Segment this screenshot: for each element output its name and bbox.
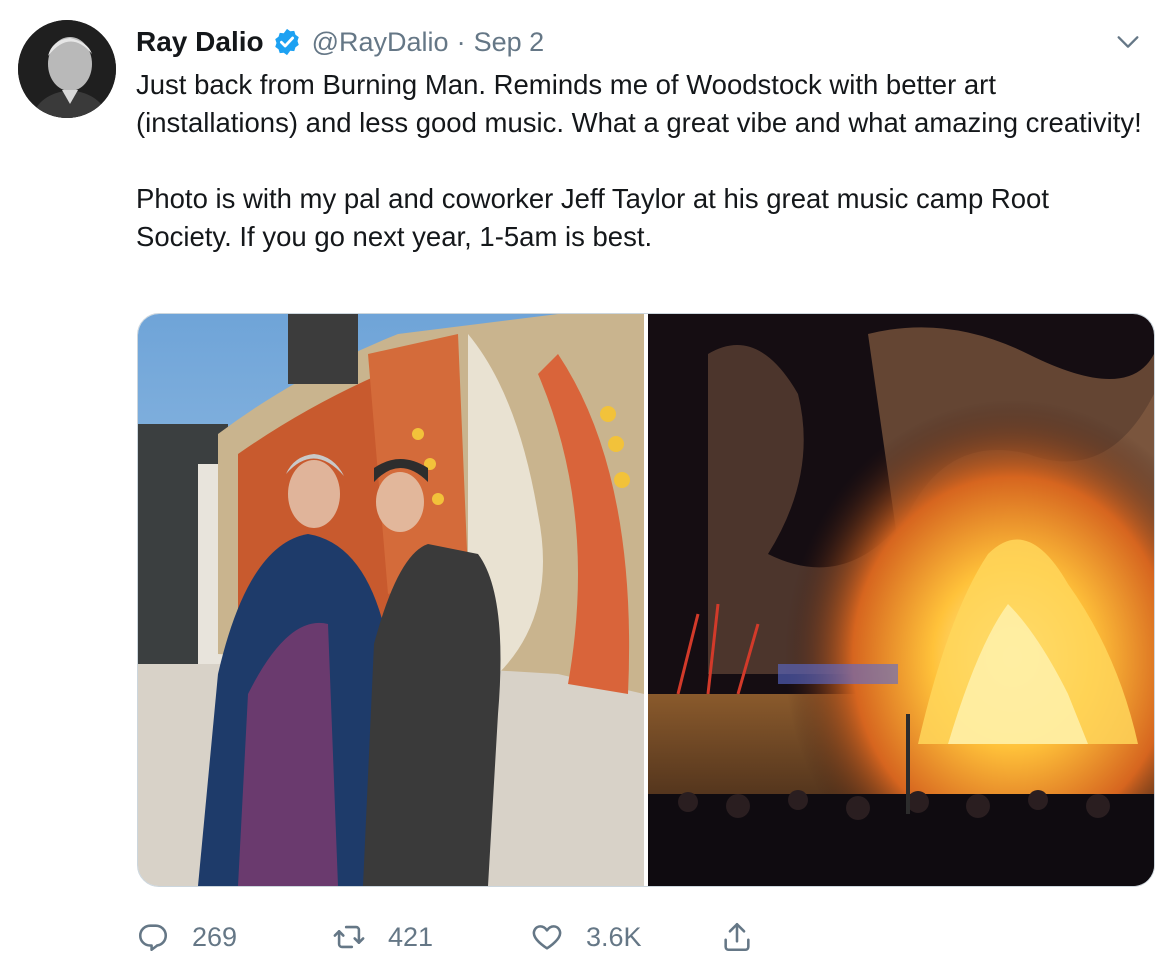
tweet-date[interactable]: Sep 2: [474, 27, 545, 58]
photo-two-men-at-art-installation[interactable]: [138, 314, 644, 886]
heart-icon: [532, 925, 562, 950]
tweet-text: Just back from Burning Man. Reminds me o…: [136, 69, 1142, 252]
avatar[interactable]: [18, 20, 116, 118]
share-button[interactable]: [720, 912, 776, 962]
reply-count: 269: [192, 921, 238, 952]
retweet-button[interactable]: 421: [332, 912, 433, 962]
separator-dot: ·: [456, 26, 466, 57]
author-name[interactable]: Ray Dalio: [136, 26, 264, 58]
photo-burning-structure-at-night[interactable]: [648, 314, 1154, 886]
retweet-count: 421: [388, 921, 434, 952]
like-count: 3.6K: [586, 921, 642, 952]
verified-badge-icon: [272, 27, 302, 57]
tweet-actions: 269 421 3.6K: [136, 912, 836, 962]
reply-icon: [138, 924, 168, 952]
chevron-down-icon[interactable]: [1114, 28, 1142, 56]
share-icon: [724, 922, 750, 952]
author-handle[interactable]: @RayDalio: [312, 27, 449, 58]
reply-button[interactable]: 269: [136, 912, 237, 962]
retweet-icon: [333, 925, 365, 949]
tweet-header: Ray Dalio @RayDalio · Sep 2: [136, 22, 1154, 62]
like-button[interactable]: 3.6K: [530, 912, 642, 962]
tweet-media: [137, 313, 1155, 887]
